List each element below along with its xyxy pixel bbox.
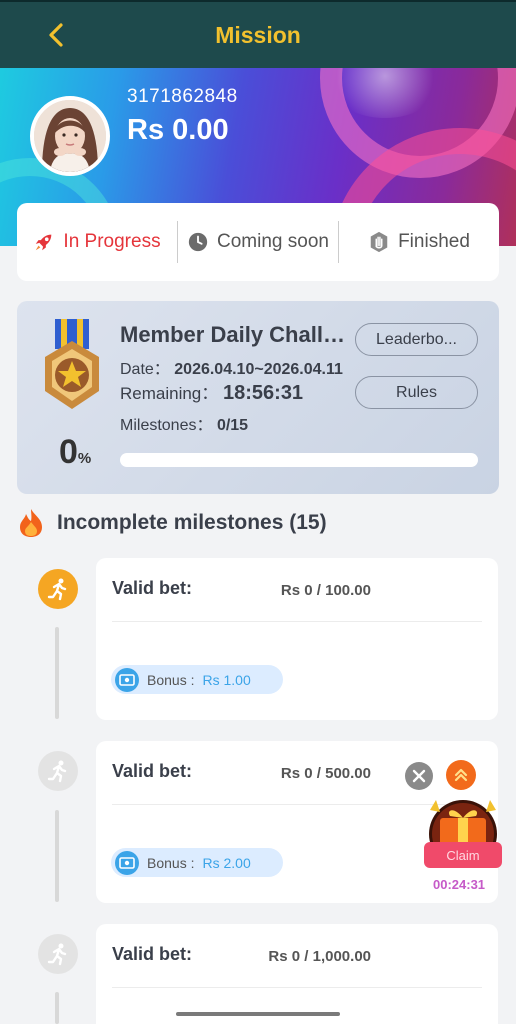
cash-icon <box>115 850 139 875</box>
rocket-icon <box>36 234 52 251</box>
bonus-badge: Bonus : Rs 1.00 <box>111 665 283 694</box>
svg-text:Claim: Claim <box>446 848 479 863</box>
challenge-milestones: Milestones： 0/15 <box>120 417 249 434</box>
milestone-label: Valid bet: <box>112 944 193 964</box>
rules-button[interactable]: Rules <box>355 376 478 409</box>
progress-bar <box>120 453 478 467</box>
user-balance: Rs 0.00 <box>127 114 229 146</box>
tab-finished[interactable]: Finished <box>339 221 499 263</box>
milestone-step-icon <box>38 934 78 974</box>
section-title: Incomplete milestones (15) <box>17 508 327 538</box>
milestone-step-icon <box>38 751 78 791</box>
claim-gift-button[interactable]: Claim <box>420 796 506 874</box>
page-title: Mission <box>215 21 301 48</box>
step-connector <box>55 992 59 1024</box>
milestone-label: Valid bet: <box>112 578 193 598</box>
progress-percent: 0% <box>59 433 92 471</box>
challenge-name: Member Daily Challen... <box>120 322 355 347</box>
tab-label: Coming soon <box>217 231 329 252</box>
runner-icon <box>47 578 67 601</box>
collapse-float-button[interactable] <box>446 760 476 790</box>
double-chevron-up-icon <box>454 768 468 782</box>
user-id: 3171862848 <box>127 86 238 107</box>
leaderboard-button[interactable]: Leaderbo... <box>355 323 478 356</box>
tab-label: In Progress <box>63 231 161 252</box>
runner-icon <box>47 943 67 966</box>
claim-timer: 00:24:31 <box>433 877 486 892</box>
milestone-amount: Rs 0 / 100.00 <box>280 582 371 599</box>
tab-coming-soon[interactable]: Coming soon <box>178 221 338 263</box>
close-float-button[interactable] <box>405 762 433 790</box>
hand-icon <box>370 231 388 253</box>
step-connector <box>55 810 59 902</box>
cash-icon <box>115 667 139 692</box>
tab-in-progress[interactable]: In Progress <box>17 221 177 263</box>
gift-icon: Claim <box>424 800 502 868</box>
tab-label: Finished <box>398 231 470 252</box>
challenge-card: 0% Member Daily Challen... Date： 2026.04… <box>17 301 499 494</box>
milestone-card: Valid bet: Rs 0 / 100.00 Bonus : Rs 1.00 <box>96 558 498 720</box>
step-connector <box>55 627 59 719</box>
avatar[interactable] <box>30 96 110 176</box>
fire-icon <box>20 509 42 537</box>
challenge-date: Date： 2026.04.10~2026.04.11 <box>120 361 343 378</box>
top-bar: Mission <box>0 0 516 68</box>
milestone-label: Valid bet: <box>112 761 193 781</box>
back-arrow-icon[interactable] <box>42 20 72 50</box>
divider <box>112 987 482 988</box>
milestone-card: Valid bet: Rs 0 / 1,000.00 <box>96 924 498 1024</box>
bonus-badge: Bonus : Rs 2.00 <box>111 848 283 877</box>
home-indicator[interactable] <box>176 1012 340 1016</box>
milestone-amount: Rs 0 / 500.00 <box>280 765 371 782</box>
runner-icon <box>47 760 67 783</box>
medal-icon <box>45 319 99 409</box>
close-icon <box>412 769 426 783</box>
challenge-remaining: Remaining： 18:56:31 <box>120 382 304 404</box>
milestone-step-icon <box>38 569 78 609</box>
divider <box>112 621 482 622</box>
milestone-amount: Rs 0 / 1,000.00 <box>268 948 371 965</box>
clock-icon <box>188 232 208 252</box>
mission-tabs: In Progress Coming soon Finished <box>17 203 499 281</box>
